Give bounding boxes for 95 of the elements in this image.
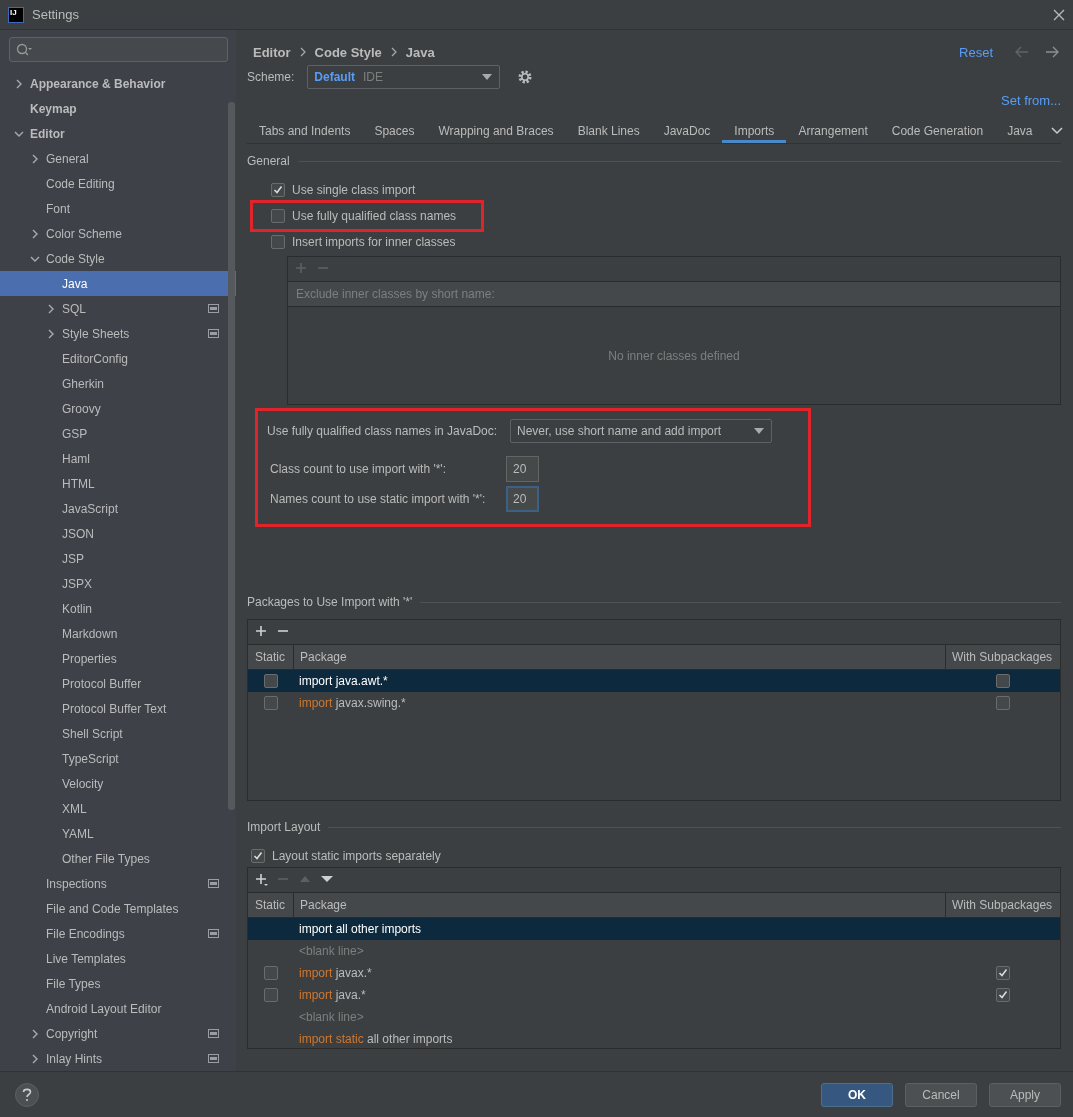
package-cell: import all other imports [299, 922, 422, 936]
tree-item[interactable]: Shell Script [0, 721, 236, 746]
field-label: Class count to use import with '*': [269, 462, 447, 476]
breadcrumb-item: Java [405, 44, 435, 60]
section-title: General [247, 154, 290, 168]
tree-item[interactable]: Font [0, 196, 236, 221]
tree-item[interactable]: Appearance & Behavior [0, 71, 236, 96]
section-title: Packages to Use Import with '*' [247, 595, 413, 609]
apply-button[interactable]: Apply [989, 1082, 1061, 1107]
tree-item[interactable]: Kotlin [0, 596, 236, 621]
package-cell: import java.awt.* [299, 674, 388, 688]
tree-item[interactable]: JSP [0, 546, 236, 571]
tab[interactable]: Java [995, 118, 1045, 143]
tab[interactable]: Blank Lines [565, 118, 652, 143]
number-field[interactable]: 20 [506, 486, 539, 512]
package-cell: import java.* [299, 988, 366, 1002]
blank-line-cell: <blank line> [299, 944, 364, 958]
field-label: Use fully qualified class names in JavaDoc: [267, 424, 499, 438]
number-field[interactable]: 20 [506, 456, 539, 482]
tree-item[interactable]: Haml [0, 446, 236, 471]
tree-item[interactable]: Groovy [0, 396, 236, 421]
tree-item[interactable]: SQL [0, 296, 236, 321]
column-header[interactable]: Package [294, 893, 946, 917]
tab[interactable]: Arrangement [786, 118, 880, 143]
tree-item[interactable]: HTML [0, 471, 236, 496]
window-title: Settings [32, 7, 80, 22]
field-label: Names count to use static import with '*': [269, 492, 487, 506]
tab[interactable]: Tabs and Indents [247, 118, 363, 143]
tree-item[interactable]: Java [0, 271, 236, 296]
column-header[interactable]: With Subpackages [946, 645, 1060, 669]
tab[interactable]: JavaDoc [651, 118, 723, 143]
table-row[interactable]: import java.* [248, 984, 1060, 1006]
app-logo: IJ [8, 6, 24, 23]
checkbox-label[interactable]: Insert imports for inner classes [292, 235, 456, 249]
scheme-dropdown[interactable]: Default IDE [307, 65, 501, 89]
table-row[interactable]: import java.awt.* [248, 670, 1060, 692]
tree-item[interactable]: Style Sheets [0, 321, 236, 346]
set-from-link[interactable]: Set from... [1001, 92, 1061, 108]
checkbox-label[interactable]: Layout static imports separately [272, 849, 441, 863]
javadoc-dropdown[interactable]: Never, use short name and add import [510, 419, 772, 443]
ok-button[interactable]: OK [821, 1082, 893, 1107]
package-cell: import javax.* [299, 966, 372, 980]
tree-item[interactable]: Android Layout Editor [0, 996, 236, 1021]
tree-item[interactable]: Keymap [0, 96, 236, 121]
tab[interactable]: Code Generation [879, 118, 996, 143]
tree-item[interactable]: Color Scheme [0, 221, 236, 246]
tree-item[interactable]: Protocol Buffer Text [0, 696, 236, 721]
tree-item[interactable]: Inspections [0, 871, 236, 896]
tree-item[interactable]: Protocol Buffer [0, 671, 236, 696]
tree-item[interactable]: GSP [0, 421, 236, 446]
tree-item[interactable]: XML [0, 796, 236, 821]
table-row[interactable]: import javax.swing.* [248, 692, 1060, 714]
tree-item[interactable]: Velocity [0, 771, 236, 796]
breadcrumb-item: Code Style [314, 44, 382, 60]
tree-item[interactable]: File and Code Templates [0, 896, 236, 921]
scheme-label: Scheme: [247, 70, 295, 84]
tree-item[interactable]: JavaScript [0, 496, 236, 521]
tree-item[interactable]: Markdown [0, 621, 236, 646]
tree-item[interactable]: Code Style [0, 246, 236, 271]
package-cell: import javax.swing.* [299, 696, 406, 710]
package-cell: import static all other imports [299, 1032, 453, 1046]
tree-item[interactable]: Live Templates [0, 946, 236, 971]
tree-item[interactable]: JSPX [0, 571, 236, 596]
blank-line-cell: <blank line> [299, 1010, 364, 1024]
tab[interactable]: Wrapping and Braces [426, 118, 566, 143]
reset-link[interactable]: Reset [959, 44, 993, 60]
column-header[interactable]: Static [248, 893, 294, 917]
column-header[interactable]: With Subpackages [946, 893, 1060, 917]
tree-item[interactable]: EditorConfig [0, 346, 236, 371]
table-row[interactable]: import all other imports [248, 918, 1060, 940]
cancel-button[interactable]: Cancel [905, 1082, 977, 1107]
tree-item[interactable]: Editor [0, 121, 236, 146]
tree-item[interactable]: General [0, 146, 236, 171]
empty-message: No inner classes defined [608, 348, 740, 363]
tree-item[interactable]: File Types [0, 971, 236, 996]
tree-item[interactable]: Inlay Hints [0, 1046, 236, 1071]
checkbox-label[interactable]: Use single class import [292, 183, 416, 197]
tab[interactable]: Imports [722, 118, 787, 143]
breadcrumb-item: Editor [253, 44, 291, 60]
column-header[interactable]: Static [248, 645, 294, 669]
tree-item[interactable]: JSON [0, 521, 236, 546]
section-title: Import Layout [247, 820, 321, 834]
tree-item[interactable]: YAML [0, 821, 236, 846]
tree-item[interactable]: TypeScript [0, 746, 236, 771]
checkbox-label[interactable]: Use fully qualified class names [292, 209, 457, 223]
tree-item[interactable]: Copyright [0, 1021, 236, 1046]
tree-item[interactable]: Gherkin [0, 371, 236, 396]
column-header[interactable]: Package [294, 645, 946, 669]
tree-item[interactable]: Code Editing [0, 171, 236, 196]
table-row[interactable]: import static all other imports [248, 1028, 1060, 1050]
table-row[interactable]: import javax.* [248, 962, 1060, 984]
tree-item[interactable]: File Encodings [0, 921, 236, 946]
tab[interactable]: Spaces [362, 118, 427, 143]
tree-item[interactable]: Other File Types [0, 846, 236, 871]
tree-item[interactable]: Properties [0, 646, 236, 671]
